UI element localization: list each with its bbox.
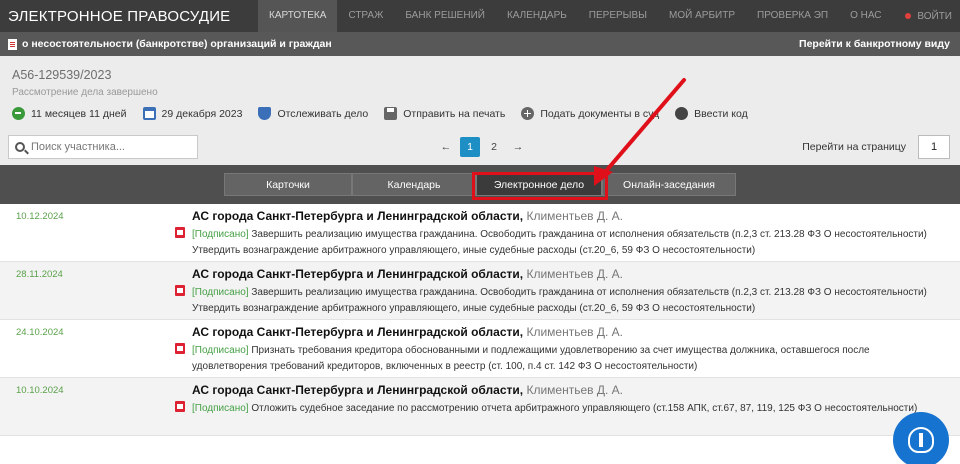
pagination: ← 1 2 → (434, 137, 530, 157)
list-item: 24.10.2024 АС города Санкт-Петербурга и … (0, 320, 960, 378)
pdf-icon[interactable] (175, 401, 185, 412)
clock-icon (12, 107, 25, 120)
nav-item-bank-resheniy[interactable]: БАНК РЕШЕНИЙ (394, 0, 496, 32)
judge-name: Климентьев Д. А. (526, 267, 623, 281)
login-button[interactable]: ВОЙТИ (905, 0, 952, 32)
nav-item-kartoteka[interactable]: КАРТОТЕКА (258, 0, 338, 32)
record-description[interactable]: [Подписано] Завершить реализацию имущест… (192, 285, 944, 317)
submit-documents-button[interactable]: Подать документы в суд (521, 107, 659, 120)
judge-name: Климентьев Д. А. (526, 325, 623, 339)
case-number: А56-129539/2023 (12, 68, 112, 82)
pdf-icon[interactable] (175, 227, 185, 238)
court-name: АС города Санкт-Петербурга и Ленинградск… (192, 325, 524, 339)
case-header: А56-129539/2023 Рассмотрение дела заверш… (0, 56, 960, 131)
record-description[interactable]: [Подписано] Отложить судебное заседание … (192, 401, 944, 417)
record-court: АС города Санкт-Петербурга и Ленинградск… (192, 325, 623, 339)
submit-documents-label: Подать документы в суд (540, 107, 660, 120)
record-text: Отложить судебное заседание по рассмотре… (251, 403, 918, 414)
case-duration: 11 месяцев 11 дней (12, 107, 127, 120)
search-icon (15, 142, 25, 152)
nav-item-calendar[interactable]: КАЛЕНДАРЬ (496, 0, 578, 32)
record-court: АС города Санкт-Петербурга и Ленинградск… (192, 267, 623, 281)
next-page-button[interactable]: → (508, 137, 528, 157)
goto-page-input[interactable]: 1 (918, 135, 950, 159)
case-date: 29 декабря 2023 (142, 107, 243, 120)
tab-online-hearings[interactable]: Онлайн-заседания (602, 173, 736, 196)
case-category-bar: о несостоятельности (банкротстве) органи… (0, 32, 960, 56)
list-item: 10.12.2024 АС города Санкт-Петербурга и … (0, 204, 960, 262)
page-1-button[interactable]: 1 (460, 137, 480, 157)
judge-name: Климентьев Д. А. (526, 383, 623, 397)
printer-icon (384, 107, 398, 120)
document-icon (8, 38, 17, 50)
track-case-button[interactable]: Отслеживать дело (258, 107, 368, 120)
nav-menu: КАРТОТЕКА СТРАЖ БАНК РЕШЕНИЙ КАЛЕНДАРЬ П… (258, 0, 893, 32)
key-icon (675, 107, 689, 120)
search-input[interactable] (31, 141, 181, 153)
record-text: Завершить реализацию имущества гражданин… (192, 287, 927, 314)
prev-page-button[interactable]: ← (436, 137, 456, 157)
participant-search (8, 135, 198, 159)
case-status: Рассмотрение дела завершено (12, 87, 158, 98)
goto-page-label: Перейти на страницу (802, 141, 906, 153)
print-label: Отправить на печать (403, 107, 506, 120)
eagle-icon (908, 427, 934, 453)
nav-item-moy-arbitr[interactable]: МОЙ АРБИТР (658, 0, 746, 32)
page: ЭЛЕКТРОННОЕ ПРАВОСУДИЕ КАРТОТЕКА СТРАЖ Б… (0, 0, 960, 464)
page-2-button[interactable]: 2 (484, 137, 504, 157)
plus-icon (521, 107, 535, 120)
record-date: 10.10.2024 (16, 385, 64, 396)
record-court: АС города Санкт-Петербурга и Ленинградск… (192, 209, 623, 223)
record-court: АС города Санкт-Петербурга и Ленинградск… (192, 383, 623, 397)
signed-badge: [Подписано] (192, 345, 249, 356)
pdf-icon[interactable] (175, 343, 185, 354)
login-dot-icon (905, 13, 912, 19)
top-navigation: ЭЛЕКТРОННОЕ ПРАВОСУДИЕ КАРТОТЕКА СТРАЖ Б… (0, 0, 960, 32)
court-name: АС города Санкт-Петербурга и Ленинградск… (192, 383, 524, 397)
print-button[interactable]: Отправить на печать (384, 107, 505, 120)
tab-calendar[interactable]: Календарь (352, 173, 476, 196)
judge-name: Климентьев Д. А. (526, 209, 623, 223)
case-duration-label: 11 месяцев 11 дней (31, 107, 127, 120)
record-text: Признать требования кредитора обоснованн… (192, 345, 870, 372)
shield-icon (258, 107, 272, 120)
search-pagination-row: ← 1 2 → Перейти на страницу 1 (0, 131, 960, 165)
calendar-icon (142, 107, 156, 120)
site-logo[interactable]: ЭЛЕКТРОННОЕ ПРАВОСУДИЕ (0, 8, 258, 25)
record-text: Завершить реализацию имущества гражданин… (192, 229, 927, 256)
emblem-icon[interactable] (893, 412, 949, 464)
highlight-box (472, 172, 608, 200)
record-description[interactable]: [Подписано] Признать требования кредитор… (192, 343, 944, 375)
list-item: 28.11.2024 АС города Санкт-Петербурга и … (0, 262, 960, 320)
court-name: АС города Санкт-Петербурга и Ленинградск… (192, 267, 524, 281)
nav-item-about[interactable]: О НАС (839, 0, 892, 32)
document-list: 10.12.2024 АС города Санкт-Петербурга и … (0, 204, 960, 436)
enter-code-label: Ввести код (694, 107, 748, 120)
record-date: 24.10.2024 (16, 327, 64, 338)
court-name: АС города Санкт-Петербурга и Ленинградск… (192, 209, 524, 223)
case-actions: 11 месяцев 11 дней 29 декабря 2023 Отсле… (12, 107, 764, 120)
list-item: 10.10.2024 АС города Санкт-Петербурга и … (0, 378, 960, 436)
pdf-icon[interactable] (175, 285, 185, 296)
case-date-label: 29 декабря 2023 (161, 107, 243, 120)
bankruptcy-view-link[interactable]: Перейти к банкротному виду (799, 32, 950, 56)
signed-badge: [Подписано] (192, 287, 249, 298)
nav-item-breaks[interactable]: ПЕРЕРЫВЫ (578, 0, 658, 32)
signed-badge: [Подписано] (192, 229, 249, 240)
record-description[interactable]: [Подписано] Завершить реализацию имущест… (192, 227, 944, 259)
login-label: ВОЙТИ (917, 10, 952, 22)
track-case-label: Отслеживать дело (277, 107, 369, 120)
nav-item-check-signature[interactable]: ПРОВЕРКА ЭП (746, 0, 839, 32)
tab-cards[interactable]: Карточки (224, 173, 352, 196)
signed-badge: [Подписано] (192, 403, 249, 414)
enter-code-button[interactable]: Ввести код (675, 107, 748, 120)
record-date: 10.12.2024 (16, 211, 64, 222)
record-date: 28.11.2024 (16, 269, 63, 280)
nav-item-strazh[interactable]: СТРАЖ (337, 0, 394, 32)
case-category-title: о несостоятельности (банкротстве) органи… (22, 38, 332, 50)
